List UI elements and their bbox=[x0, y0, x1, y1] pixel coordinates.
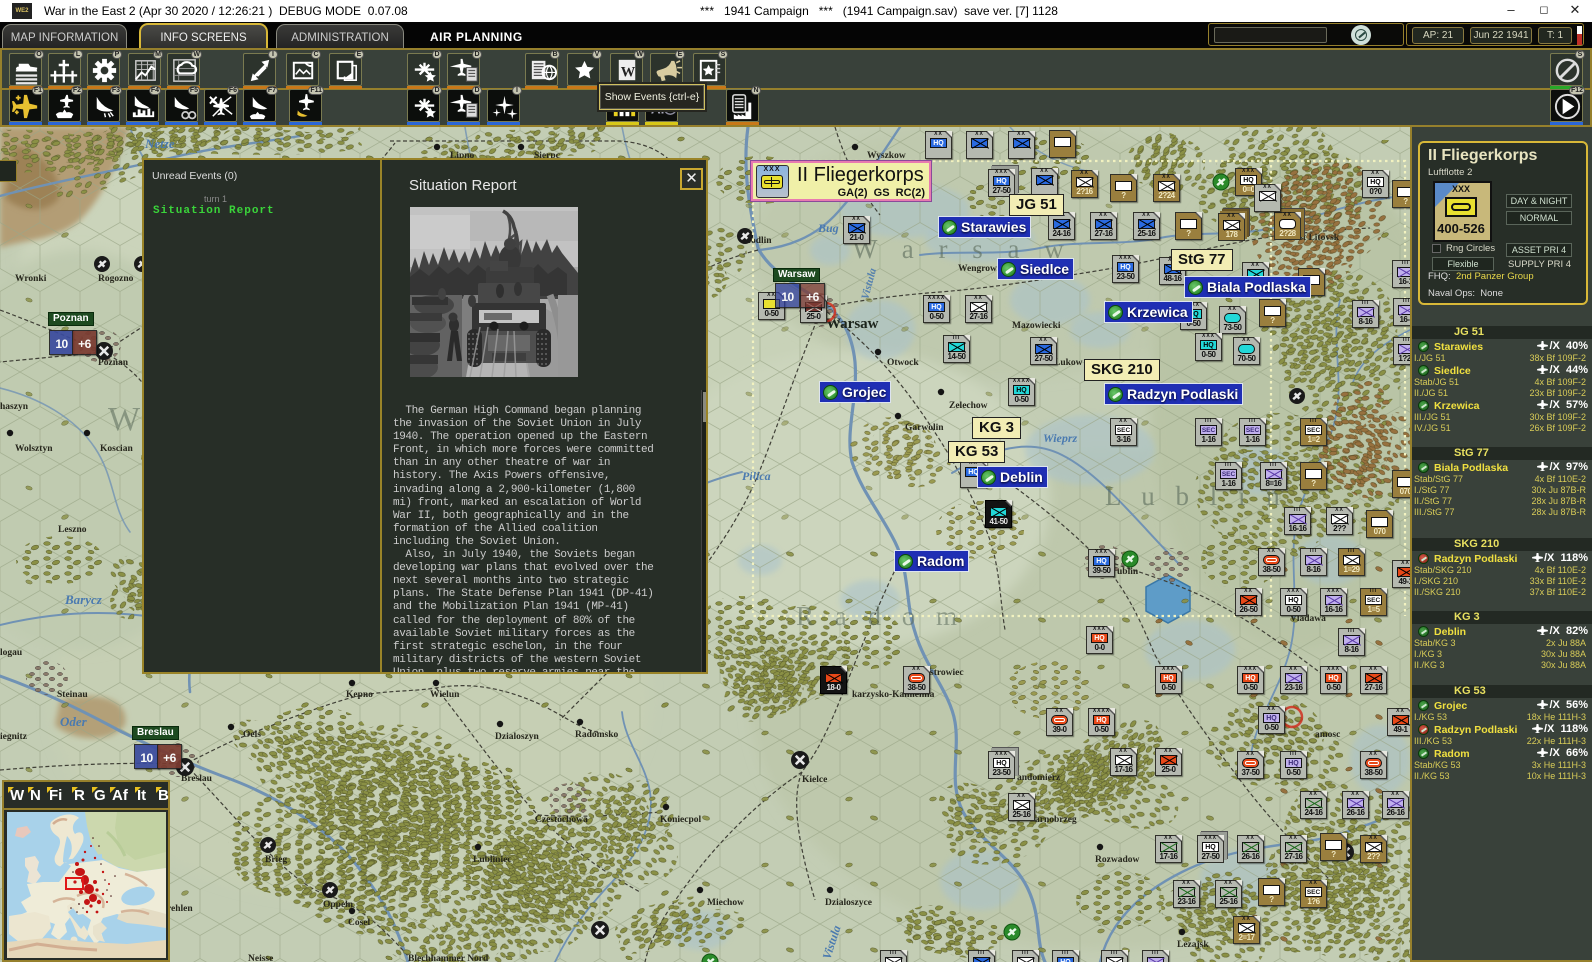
svg-text:Leszno: Leszno bbox=[58, 525, 87, 535]
svg-text:andomierz: andomierz bbox=[1017, 773, 1061, 783]
svg-text:Czestochowa: Czestochowa bbox=[535, 815, 588, 825]
svg-text:Miechow: Miechow bbox=[707, 898, 744, 908]
svg-text:Barycz: Barycz bbox=[64, 592, 103, 607]
svg-text:Wolsztyn: Wolsztyn bbox=[15, 444, 53, 454]
svg-text:Otwock: Otwock bbox=[887, 358, 919, 368]
svg-text:Lukow: Lukow bbox=[1054, 358, 1083, 368]
svg-text:Steinau: Steinau bbox=[57, 690, 88, 700]
svg-text:Rogozno: Rogozno bbox=[98, 274, 134, 284]
svg-text:Neisse: Neisse bbox=[248, 954, 273, 962]
svg-text:Cosel: Cosel bbox=[348, 918, 371, 928]
svg-text:haszyn: haszyn bbox=[0, 402, 29, 412]
svg-text:Koniecpol: Koniecpol bbox=[660, 815, 702, 825]
svg-text:Wronki: Wronki bbox=[15, 274, 47, 284]
svg-text:Pilica: Pilica bbox=[742, 469, 771, 483]
svg-text:W: W bbox=[108, 401, 141, 438]
svg-text:iegnitz: iegnitz bbox=[0, 732, 28, 742]
svg-text:Wengrow: Wengrow bbox=[958, 264, 997, 274]
svg-text:rehlen: rehlen bbox=[167, 904, 193, 914]
svg-text:Blechhammer Nord: Blechhammer Nord bbox=[408, 954, 489, 962]
svg-text:Koscian: Koscian bbox=[100, 444, 133, 454]
svg-text:Kepno: Kepno bbox=[346, 690, 373, 700]
svg-text:Zelechow: Zelechow bbox=[949, 401, 988, 411]
svg-text:Kielce: Kielce bbox=[802, 775, 827, 785]
svg-text:W: W bbox=[621, 64, 636, 80]
svg-text:Lubliniec: Lubliniec bbox=[473, 855, 512, 865]
svg-text:Bug: Bug bbox=[817, 221, 839, 235]
svg-text:Wielun: Wielun bbox=[430, 690, 460, 700]
svg-text:Oppeln: Oppeln bbox=[323, 900, 354, 910]
svg-text:Garwolin: Garwolin bbox=[905, 423, 944, 433]
svg-text:Brieg: Brieg bbox=[265, 855, 287, 865]
svg-text:Netze: Netze bbox=[144, 136, 175, 151]
svg-text:Dzialoszyn: Dzialoszyn bbox=[495, 732, 540, 742]
svg-text:Radomsko: Radomsko bbox=[575, 730, 619, 740]
svg-text:Lezajsk: Lezajsk bbox=[1177, 940, 1209, 950]
svg-text:logau: logau bbox=[0, 648, 23, 658]
svg-text:Oels: Oels bbox=[243, 730, 261, 740]
svg-text:Oder: Oder bbox=[60, 714, 88, 729]
svg-text:Dzialoszyce: Dzialoszyce bbox=[825, 898, 872, 908]
svg-text:ublin: ublin bbox=[1117, 567, 1139, 577]
svg-text:amosc: amosc bbox=[1315, 730, 1340, 740]
svg-text:arnobrzeg: arnobrzeg bbox=[1035, 815, 1077, 825]
svg-text:Wieprz: Wieprz bbox=[1043, 431, 1078, 445]
svg-text:Rozwadow: Rozwadow bbox=[1095, 855, 1139, 865]
svg-text:Mazowiecki: Mazowiecki bbox=[1012, 321, 1061, 331]
svg-text:est Litovsk: est Litovsk bbox=[1295, 233, 1340, 243]
svg-text:Wyszkow: Wyszkow bbox=[867, 151, 906, 161]
svg-text:strowiec: strowiec bbox=[930, 668, 964, 678]
